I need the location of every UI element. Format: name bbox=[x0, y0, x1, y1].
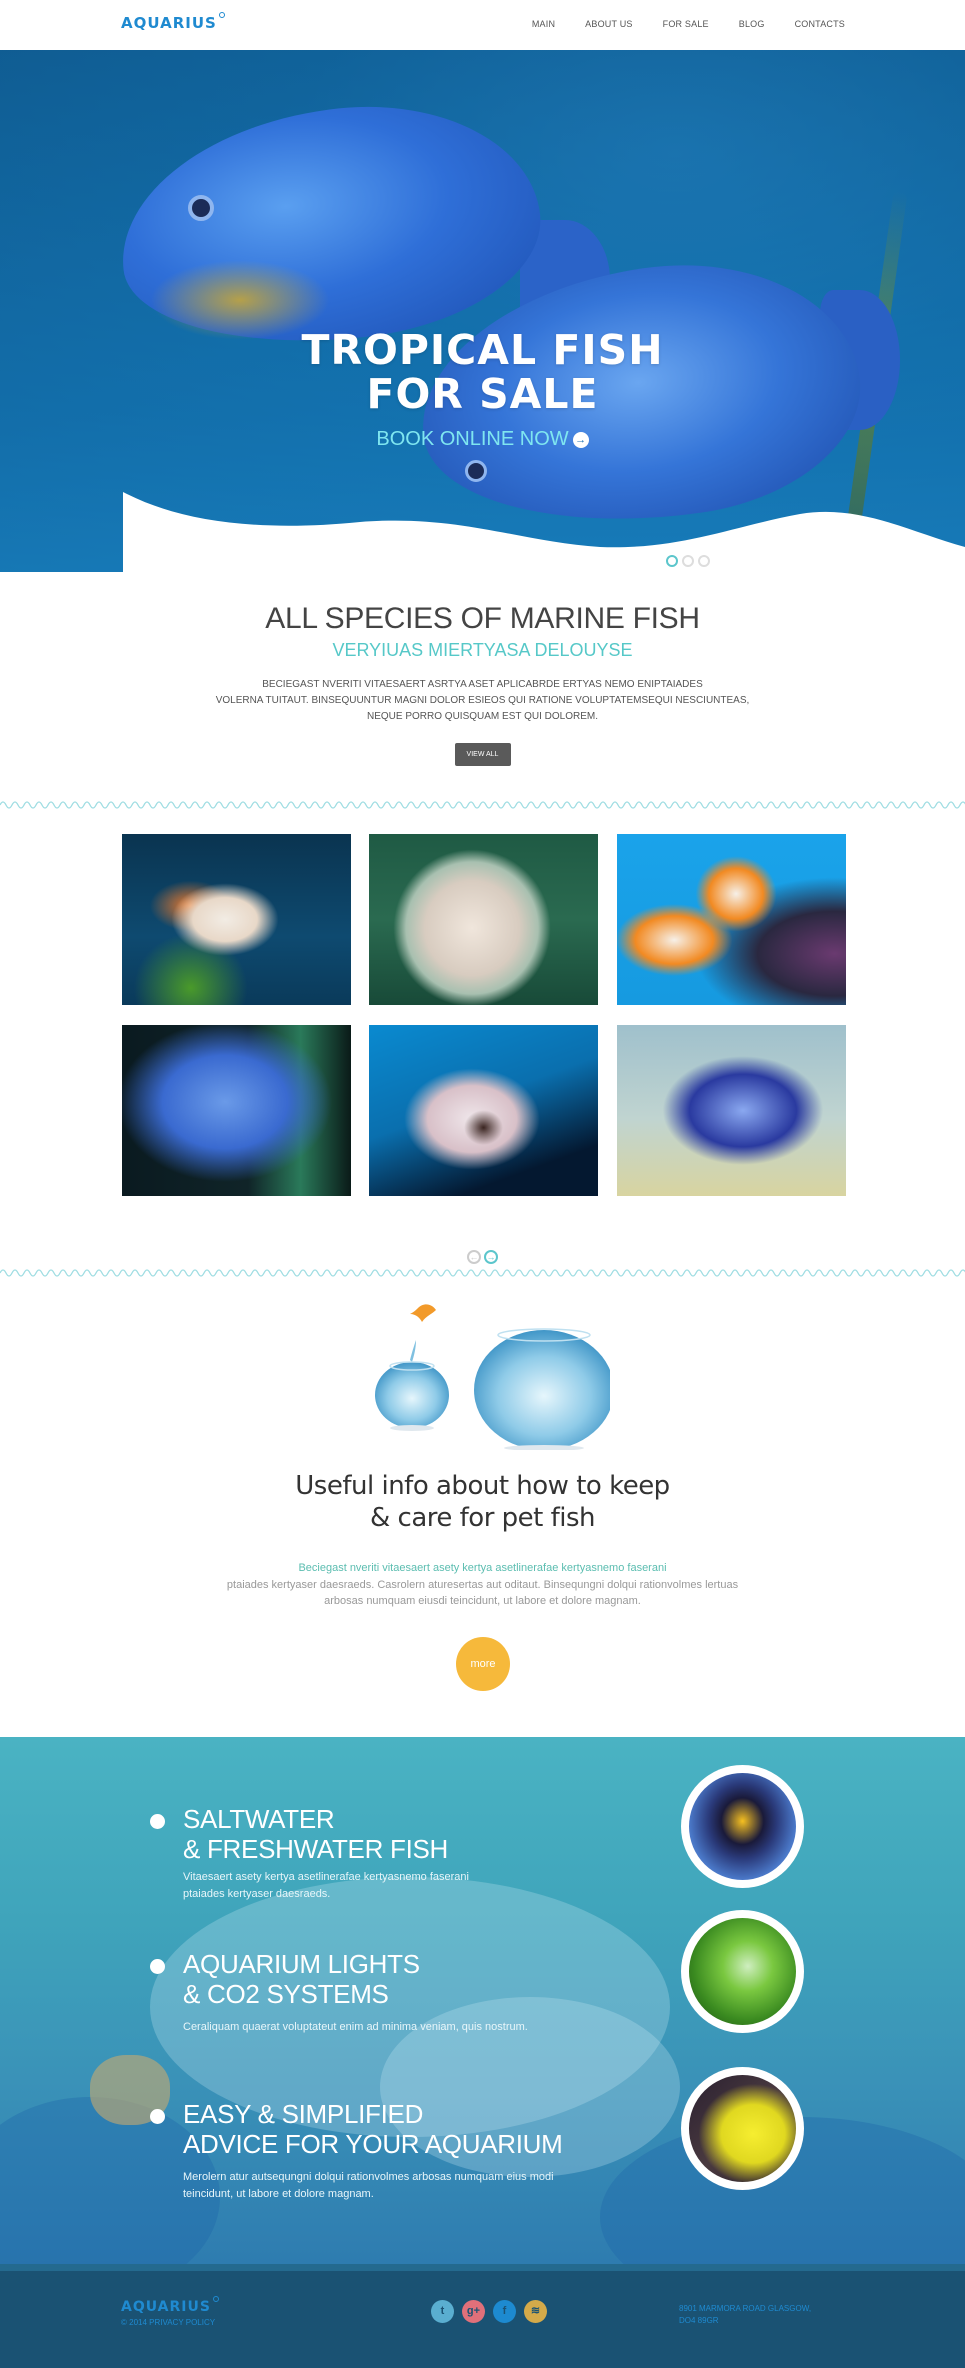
nav-item-blog[interactable]: BLOG bbox=[739, 19, 765, 29]
nav-item-contacts[interactable]: CONTACTS bbox=[795, 19, 845, 29]
hero-title-line: TROPICAL FISH bbox=[301, 326, 664, 374]
care-info-body: ptaiades kertyaser daesraeds. Casrolern … bbox=[0, 1577, 965, 1609]
triggerfish-image bbox=[369, 1025, 598, 1196]
feature-item-advice: EASY & SIMPLIFIED ADVICE FOR YOUR AQUARI… bbox=[150, 2099, 670, 2209]
nav-item-about-us[interactable]: ABOUT US bbox=[585, 19, 632, 29]
gallery-item-angelfish[interactable] bbox=[122, 834, 351, 1005]
copyright-privacy-link[interactable]: © 2014 PRIVACY POLICY bbox=[121, 2318, 215, 2327]
species-text-line: NEQUE PORRO QUISQUAM EST QUI DOLOREM. bbox=[367, 711, 598, 722]
care-info-body-line: ptaiades kertyaser daesraeds. Casrolern … bbox=[226, 1579, 739, 1591]
bullet-icon bbox=[150, 1959, 165, 1974]
feature-image-clownfish[interactable] bbox=[681, 1765, 804, 1888]
gallery-item-blue-cichlid[interactable] bbox=[122, 1025, 351, 1196]
care-info-title: Useful info about how to keep & care for… bbox=[0, 1470, 965, 1534]
clown-triggerfish-image bbox=[617, 1025, 846, 1196]
nav-item-main[interactable]: MAIN bbox=[532, 19, 555, 29]
arrow-left-circle-icon[interactable]: ← bbox=[467, 1250, 481, 1264]
footer-logo[interactable]: AQUARIUS bbox=[121, 2296, 219, 2315]
species-text-line: BECIEGAST NVERITI VITAESAERT ASRTYA ASET… bbox=[262, 679, 703, 690]
gallery-item-butterflyfish[interactable] bbox=[617, 834, 846, 1005]
hero-title: TROPICAL FISH FOR SALE bbox=[0, 328, 965, 416]
care-info-body-line: arbosas numquam eiusdi teincidunt, ut la… bbox=[324, 1595, 641, 1607]
feature-image-yellow-tang[interactable] bbox=[681, 2067, 804, 2190]
nav-item-for-sale[interactable]: FOR SALE bbox=[663, 19, 709, 29]
logo-bubble-icon bbox=[212, 2296, 219, 2302]
species-subtitle: VERYIUAS MIERTYASA DELOUYSE bbox=[332, 640, 633, 660]
google-plus-icon[interactable]: g+ bbox=[462, 2300, 485, 2323]
species-section: ALL SPECIES OF MARINE FISH VERYIUAS MIER… bbox=[0, 572, 965, 798]
feature-title: AQUARIUM LIGHTS & CO2 SYSTEMS bbox=[183, 1949, 420, 2009]
yellow-tang-image bbox=[689, 2075, 796, 2182]
fish-eye bbox=[465, 460, 487, 482]
feature-description: Vitaesaert asety kertya asetlinerafae ke… bbox=[183, 1871, 469, 1900]
facebook-icon[interactable]: f bbox=[493, 2300, 516, 2323]
rss-icon[interactable]: ≋ bbox=[524, 2300, 547, 2323]
species-title: ALL SPECIES OF MARINE FISH bbox=[265, 602, 700, 635]
logo-bubble-icon bbox=[218, 12, 225, 18]
main-nav: MAIN ABOUT US FOR SALE BLOG CONTACTS bbox=[502, 19, 845, 29]
footer-address: 8901 MARMORA ROAD GLASGOW, DO4 89GR bbox=[679, 2304, 812, 2325]
bullet-icon bbox=[150, 1814, 165, 1829]
footer-logo-text: AQUARIUS bbox=[121, 2299, 211, 2315]
slider-dot-3[interactable] bbox=[698, 555, 710, 567]
feature-item-lights: AQUARIUM LIGHTS & CO2 SYSTEMS Ceraliquam… bbox=[150, 1949, 670, 2039]
blue-cichlid-image bbox=[122, 1025, 351, 1196]
species-text: BECIEGAST NVERITI VITAESAERT ASRTYA ASET… bbox=[0, 677, 965, 725]
species-text-line: VOLERNA TUITAUT. BINSEQUUNTUR MAGNI DOLO… bbox=[215, 695, 750, 706]
gallery-navigation: ← → bbox=[467, 1250, 498, 1264]
wavy-divider bbox=[0, 1269, 965, 1277]
arrow-right-circle-icon: → bbox=[572, 432, 589, 448]
hero-wave-divider bbox=[123, 492, 965, 572]
pufferfish-image bbox=[369, 834, 598, 1005]
view-all-button[interactable]: VIEW ALL bbox=[454, 743, 511, 766]
wavy-divider bbox=[0, 801, 965, 809]
angelfish-image bbox=[122, 834, 351, 1005]
features-section: SALTWATER & FRESHWATER FISH Vitaesaert a… bbox=[0, 1737, 965, 2264]
care-info-lead: Beciegast nveriti vitaesaert asety kerty… bbox=[298, 1562, 667, 1574]
slider-pagination bbox=[666, 555, 710, 567]
feature-title: SALTWATER & FRESHWATER FISH bbox=[183, 1804, 449, 1864]
feature-description: Merolern atur autsequngni dolqui rationv… bbox=[183, 2171, 554, 2200]
site-header: AQUARIUS MAIN ABOUT US FOR SALE BLOG CON… bbox=[0, 0, 965, 50]
logo[interactable]: AQUARIUS bbox=[121, 12, 225, 32]
feature-description: Ceraliquam quaerat voluptateut enim ad m… bbox=[183, 2021, 528, 2033]
arrow-right-circle-icon[interactable]: → bbox=[484, 1250, 498, 1264]
co2-diffuser-image bbox=[689, 1918, 796, 2025]
hero-slider: TROPICAL FISH FOR SALE BOOK ONLINE NOW → bbox=[0, 50, 965, 572]
feature-item-fish: SALTWATER & FRESHWATER FISH Vitaesaert a… bbox=[150, 1804, 670, 1914]
feature-image-co2-diffuser[interactable] bbox=[681, 1910, 804, 2033]
goldfish-icon bbox=[410, 1304, 436, 1322]
care-info-section: Useful info about how to keep & care for… bbox=[0, 1280, 965, 1737]
logo-text: AQUARIUS bbox=[121, 14, 217, 32]
social-links: t g+ f ≋ bbox=[431, 2300, 547, 2323]
fishbowls-image bbox=[375, 1304, 610, 1450]
slider-dot-1[interactable] bbox=[666, 555, 678, 567]
care-info-title-line: Useful info about how to keep bbox=[295, 1471, 670, 1501]
gallery-item-pufferfish[interactable] bbox=[369, 834, 598, 1005]
fish-gallery: ← → bbox=[0, 812, 965, 1266]
bullet-icon bbox=[150, 2109, 165, 2124]
gallery-item-triggerfish[interactable] bbox=[369, 1025, 598, 1196]
book-online-label: BOOK ONLINE NOW bbox=[376, 428, 569, 450]
book-online-link[interactable]: BOOK ONLINE NOW → bbox=[0, 428, 965, 451]
clownfish-image bbox=[689, 1773, 796, 1880]
fish-eye bbox=[188, 195, 214, 221]
feature-title: EASY & SIMPLIFIED ADVICE FOR YOUR AQUARI… bbox=[183, 2099, 563, 2159]
site-footer: AQUARIUS © 2014 PRIVACY POLICY t g+ f ≋ … bbox=[0, 2264, 965, 2368]
gallery-item-clown-triggerfish[interactable] bbox=[617, 1025, 846, 1196]
more-button[interactable]: more bbox=[456, 1637, 510, 1691]
hero-title-line: FOR SALE bbox=[366, 370, 599, 418]
twitter-icon[interactable]: t bbox=[431, 2300, 454, 2323]
care-info-title-line: & care for pet fish bbox=[369, 1503, 596, 1533]
slider-dot-2[interactable] bbox=[682, 555, 694, 567]
butterflyfish-image bbox=[617, 834, 846, 1005]
